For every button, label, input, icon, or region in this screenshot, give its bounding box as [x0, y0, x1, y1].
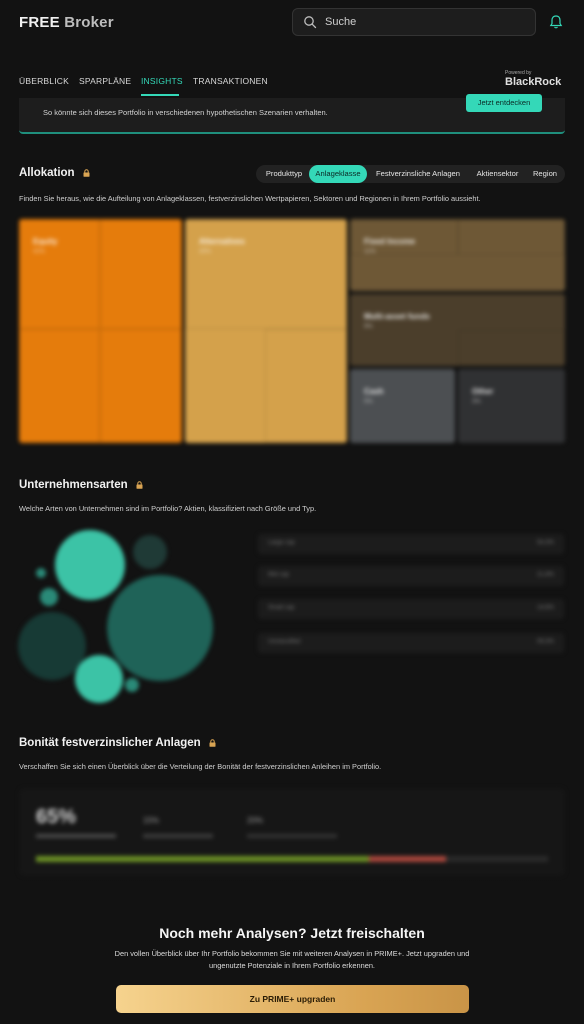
- treemap-pct: 5%: [364, 399, 373, 405]
- logo-bold: FREE: [19, 14, 60, 31]
- partner-logo: BlackRock: [505, 76, 562, 88]
- tab-insights[interactable]: INSIGHTS: [141, 76, 183, 86]
- treemap-cell-equity: Equity 42%: [19, 219, 182, 443]
- row-label: Large cap: [268, 540, 295, 546]
- row-value: 09,3%: [536, 639, 554, 645]
- credit-value: 15%: [143, 816, 160, 825]
- treemap-pct: 3%: [472, 399, 481, 405]
- bell-icon[interactable]: [548, 14, 564, 30]
- credit-bar-segment: [36, 856, 369, 862]
- company-type-row: Large cap 54,3%: [258, 534, 564, 554]
- credit-bar-segment: [445, 856, 548, 862]
- treemap-cell-cash: Cash 5%: [350, 369, 455, 443]
- credit-distribution-bar: [36, 856, 548, 862]
- credit-quality-title: Bonität festverzinslicher Anlagen: [19, 737, 216, 749]
- tab-overview[interactable]: ÜBERBLICK: [19, 76, 69, 86]
- treemap-pct: 9%: [364, 324, 373, 330]
- credit-value: 20%: [247, 816, 264, 825]
- row-value: 54,3%: [536, 540, 554, 546]
- chip-region[interactable]: Region: [526, 165, 564, 183]
- bubble: [125, 678, 139, 692]
- row-label: Small cap: [268, 605, 295, 611]
- chip-equity-sector[interactable]: Aktiensektor: [469, 165, 526, 183]
- treemap-pct: 11%: [364, 249, 376, 255]
- credit-legend: [247, 834, 337, 838]
- chip-product-type[interactable]: Produkttyp: [258, 165, 310, 183]
- upsell-text: Den vollen Überblick über Ihr Portfolio …: [114, 949, 470, 970]
- logo-light: Broker: [64, 14, 114, 31]
- lock-icon: [136, 481, 143, 489]
- treemap-cell-fixed-income: Fixed Income 11%: [350, 219, 565, 291]
- row-value: 14,6%: [536, 605, 554, 611]
- search-icon: [304, 16, 317, 29]
- treemap-label: Cash: [364, 387, 384, 396]
- credit-main-value: 65%: [36, 806, 77, 828]
- company-type-row: Small cap 14,6%: [258, 599, 564, 619]
- bubble: [55, 530, 125, 600]
- search-input[interactable]: Suche: [292, 8, 536, 36]
- row-value: 21,8%: [536, 572, 554, 578]
- treemap-label: Alternatives: [199, 237, 245, 246]
- treemap-pct: 30%: [199, 249, 212, 255]
- allocation-filter-chips: Produkttyp Anlageklasse Festverzinsliche…: [256, 165, 565, 183]
- treemap-label: Multi-asset funds: [364, 312, 430, 321]
- bubble: [133, 535, 167, 569]
- upgrade-button[interactable]: Zu PRIME+ upgraden: [116, 985, 469, 1013]
- app-header: FREE Broker Suche: [0, 0, 584, 46]
- bubble: [75, 655, 123, 703]
- banner-text: So könnte sich dieses Portfolio in versc…: [43, 108, 328, 117]
- credit-legend: [143, 834, 213, 838]
- treemap-label: Equity: [33, 237, 58, 246]
- discover-button[interactable]: Jetzt entdecken: [466, 94, 542, 112]
- scenario-banner: So könnte sich dieses Portfolio in versc…: [19, 94, 565, 134]
- row-label: Mid cap: [268, 572, 290, 578]
- treemap-cell-multi-asset: Multi-asset funds 9%: [350, 294, 565, 366]
- chip-fixed-income[interactable]: Festverzinsliche Anlagen: [368, 165, 468, 183]
- credit-quality-card: 65% 15% 20%: [19, 788, 565, 876]
- treemap-label: Other: [472, 387, 494, 396]
- credit-quality-title-text: Bonität festverzinslicher Anlagen: [19, 737, 201, 749]
- allocation-description: Finden Sie heraus, wie die Aufteilung vo…: [19, 194, 481, 203]
- app-logo[interactable]: FREE Broker: [19, 14, 114, 31]
- company-type-row: Unclassified 09,3%: [258, 633, 564, 653]
- credit-bar-segment: [368, 856, 446, 862]
- treemap-cell-alternatives: Alternatives 30%: [185, 219, 347, 443]
- bubble: [107, 575, 213, 681]
- treemap-label: Fixed Income: [364, 237, 416, 246]
- chip-asset-class[interactable]: Anlageklasse: [309, 165, 367, 183]
- search-placeholder: Suche: [325, 16, 357, 28]
- row-label: Unclassified: [268, 639, 301, 645]
- company-types-title: Unternehmensarten: [19, 479, 143, 491]
- powered-by-badge: Powered by BlackRock: [505, 70, 561, 88]
- lock-icon: [209, 739, 216, 747]
- treemap-cell-other: Other 3%: [458, 369, 565, 443]
- allocation-title-text: Allokation: [19, 167, 75, 179]
- company-type-row: Mid cap 21,8%: [258, 566, 564, 586]
- company-types-title-text: Unternehmensarten: [19, 479, 128, 491]
- tab-savings-plans[interactable]: SPARPLÄNE: [79, 76, 131, 86]
- company-types-description: Welche Arten von Unternehmen sind im Por…: [19, 504, 317, 513]
- bubble: [40, 588, 58, 606]
- credit-legend: [36, 834, 116, 838]
- active-tab-indicator: [141, 94, 179, 96]
- upsell-title: Noch mehr Analysen? Jetzt freischalten: [159, 925, 425, 941]
- bubble: [36, 568, 46, 578]
- allocation-title: Allokation: [19, 167, 90, 179]
- tab-transactions[interactable]: TRANSAKTIONEN: [193, 76, 268, 86]
- treemap-pct: 42%: [33, 249, 46, 255]
- credit-quality-description: Verschaffen Sie sich einen Überblick übe…: [19, 762, 382, 771]
- lock-icon: [83, 169, 90, 177]
